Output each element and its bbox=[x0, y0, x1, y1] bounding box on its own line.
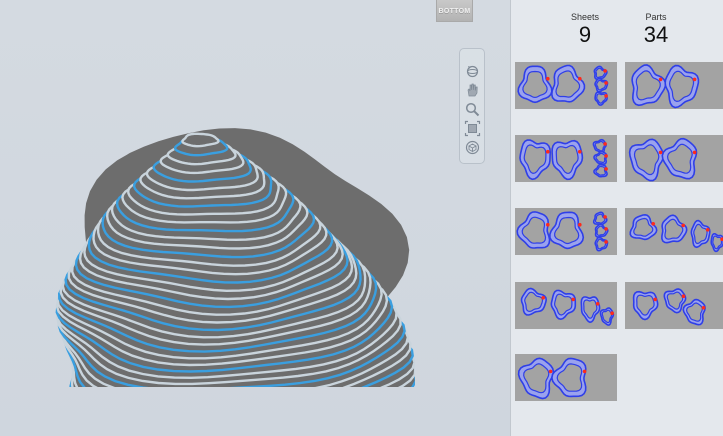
registration-marker bbox=[604, 227, 608, 231]
registration-marker bbox=[651, 222, 655, 226]
registration-marker bbox=[546, 222, 550, 227]
parts-label: Parts bbox=[645, 12, 667, 22]
nesting-sidebar: Sheets 9 Parts 34 bbox=[510, 0, 723, 436]
sheets-count: 9 bbox=[578, 22, 592, 47]
registration-marker bbox=[578, 149, 582, 154]
3d-viewport[interactable]: BOTTOM bbox=[0, 0, 510, 436]
registration-marker bbox=[546, 76, 550, 81]
registration-marker bbox=[658, 150, 663, 155]
registration-marker bbox=[595, 302, 600, 306]
registration-marker bbox=[603, 215, 607, 219]
nested-sheet-thumbnail[interactable] bbox=[625, 62, 723, 109]
registration-marker bbox=[604, 81, 608, 85]
registration-marker bbox=[546, 149, 550, 154]
model-slice-layer bbox=[181, 132, 220, 148]
registration-marker bbox=[603, 69, 607, 73]
registration-marker bbox=[571, 297, 575, 302]
registration-marker bbox=[603, 142, 607, 146]
registration-marker bbox=[578, 76, 582, 81]
registration-marker bbox=[578, 222, 582, 227]
registration-marker bbox=[582, 369, 587, 374]
sheets-label: Sheets bbox=[570, 12, 600, 22]
parts-count: 34 bbox=[643, 22, 669, 47]
registration-marker bbox=[604, 167, 608, 171]
nested-sheet-thumbnail[interactable] bbox=[515, 282, 617, 329]
nested-sheet-thumbnail[interactable] bbox=[625, 135, 723, 182]
registration-marker bbox=[548, 369, 553, 374]
registration-marker bbox=[604, 94, 608, 98]
zoom-icon[interactable] bbox=[464, 101, 481, 118]
registration-marker bbox=[681, 223, 685, 228]
registration-marker bbox=[653, 297, 657, 302]
home-cube-icon[interactable] bbox=[464, 139, 481, 156]
3d-model-sliced[interactable] bbox=[55, 75, 415, 387]
viewcube-bottom-face[interactable]: BOTTOM bbox=[436, 0, 473, 22]
registration-marker bbox=[610, 311, 614, 315]
registration-marker bbox=[658, 77, 663, 82]
pan-icon[interactable] bbox=[464, 82, 481, 99]
registration-marker bbox=[705, 228, 710, 232]
zoom-extents-icon[interactable] bbox=[464, 120, 481, 137]
nested-sheet-thumbnail[interactable] bbox=[515, 354, 617, 401]
navigation-toolbar bbox=[459, 48, 485, 164]
nested-sheet-thumbnail[interactable] bbox=[515, 135, 617, 182]
registration-marker bbox=[681, 294, 686, 298]
registration-marker bbox=[541, 296, 545, 300]
registration-marker bbox=[604, 240, 608, 244]
nested-sheet-thumbnail[interactable] bbox=[625, 282, 723, 329]
nested-sheet-thumbnail[interactable] bbox=[515, 62, 617, 109]
registration-marker bbox=[604, 154, 608, 158]
nested-sheet-thumbnail[interactable] bbox=[515, 208, 617, 255]
orbit-icon[interactable] bbox=[464, 63, 481, 80]
registration-marker bbox=[692, 77, 697, 82]
registration-marker bbox=[701, 306, 706, 310]
nested-sheet-thumbnail[interactable] bbox=[625, 208, 723, 255]
registration-marker bbox=[692, 150, 697, 155]
